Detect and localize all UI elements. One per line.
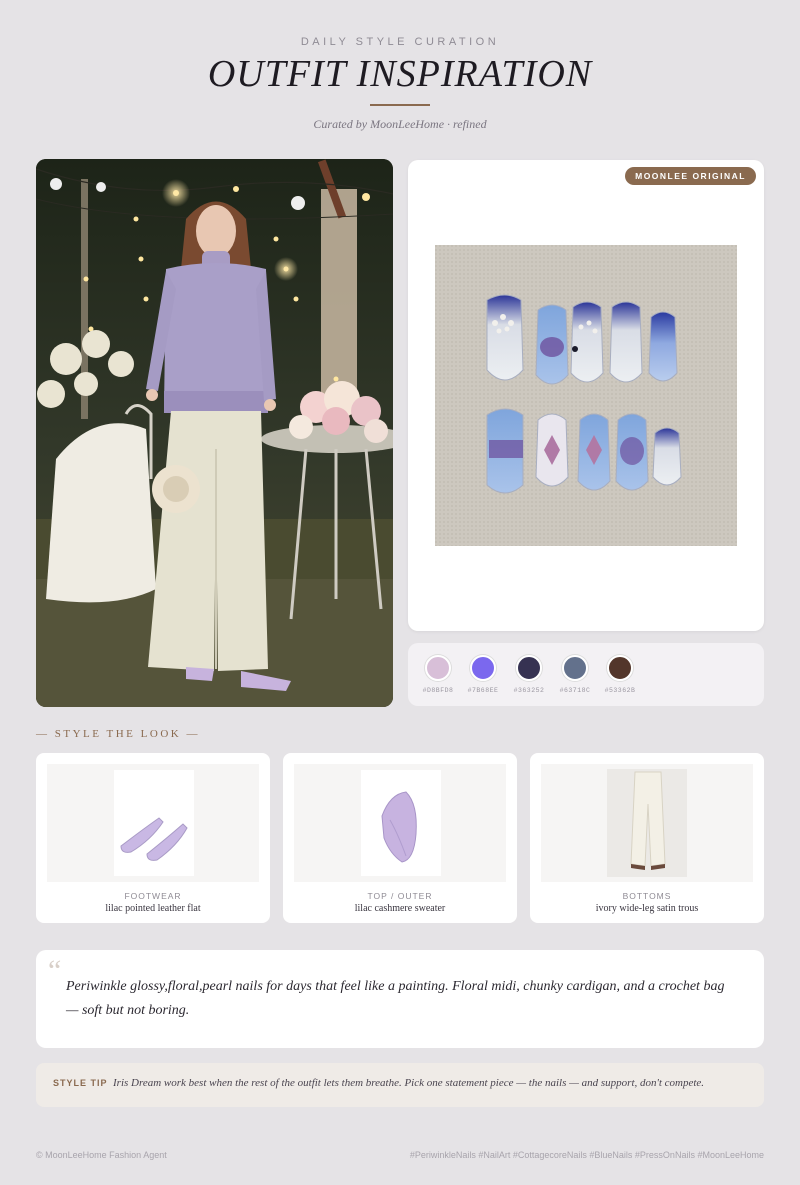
- item-image: [541, 764, 753, 882]
- swatch-hex: #63718C: [559, 687, 591, 694]
- swatch-color: [607, 655, 633, 681]
- trousers-icon: [607, 769, 687, 877]
- swatch-color: [425, 655, 451, 681]
- style-the-look-heading: — STYLE THE LOOK —: [36, 728, 200, 740]
- item-name: lilac pointed leather flat: [105, 903, 201, 914]
- swatch-5[interactable]: #53362B: [600, 655, 640, 694]
- outfit-photo-illustration: [36, 159, 393, 707]
- style-tip-card: STYLE TIP Iris Dream work best when the …: [36, 1063, 764, 1107]
- eyebrow-label: DAILY STYLE CURATION: [300, 36, 500, 48]
- style-tip-text: Iris Dream work best when the rest of th…: [113, 1077, 705, 1089]
- footer-copyright: © MoonLeeHome Fashion Agent: [36, 1150, 167, 1160]
- outfit-photo[interactable]: [36, 159, 393, 707]
- item-name: lilac cashmere sweater: [354, 903, 446, 914]
- swatch-hex: #363252: [513, 687, 545, 694]
- curated-by-text: Curated by MoonLeeHome · refined: [313, 117, 487, 131]
- press-on-nails-illustration: [435, 245, 737, 546]
- page-title: OUTFIT INSPIRATION: [207, 53, 593, 95]
- nail-product-card[interactable]: MOONLEE ORIGINAL: [408, 160, 764, 631]
- swatch-3[interactable]: #363252: [509, 655, 549, 694]
- quote-text: Periwinkle glossy,floral,pearl nails for…: [66, 979, 725, 1018]
- item-card-bottoms[interactable]: BOTTOMS ivory wide-leg satin trous: [530, 753, 764, 923]
- original-badge: MOONLEE ORIGINAL: [625, 167, 756, 185]
- item-name: ivory wide-leg satin trous: [595, 903, 699, 914]
- quote-mark-icon: “: [48, 954, 62, 987]
- swatch-4[interactable]: #63718C: [555, 655, 595, 694]
- style-tip-label: STYLE TIP: [53, 1078, 108, 1088]
- title-divider: [370, 104, 430, 106]
- shoe-icon: [114, 770, 194, 876]
- item-category: FOOTWEAR: [124, 891, 182, 901]
- color-palette: #D8BFD8 #7B68EE #363252 #63718C #53362B: [408, 643, 764, 706]
- item-card-footwear[interactable]: FOOTWEAR lilac pointed leather flat: [36, 753, 270, 923]
- footer-hashtags[interactable]: #PeriwinkleNails #NailArt #CottagecoreNa…: [410, 1150, 764, 1160]
- item-category: TOP / OUTER: [367, 891, 433, 901]
- item-card-top[interactable]: TOP / OUTER lilac cashmere sweater: [283, 753, 517, 923]
- swatch-color: [470, 655, 496, 681]
- swatch-1[interactable]: #D8BFD8: [418, 655, 458, 694]
- sweater-icon: [361, 770, 441, 876]
- nail-set-photo[interactable]: [435, 245, 737, 546]
- item-image: [294, 764, 506, 882]
- item-image: [47, 764, 259, 882]
- swatch-hex: #D8BFD8: [422, 687, 454, 694]
- swatch-color: [562, 655, 588, 681]
- quote-card: “ Periwinkle glossy,floral,pearl nails f…: [36, 950, 764, 1048]
- item-category: BOTTOMS: [622, 891, 672, 901]
- swatch-2[interactable]: #7B68EE: [463, 655, 503, 694]
- swatch-hex: #7B68EE: [467, 687, 499, 694]
- swatch-hex: #53362B: [604, 687, 636, 694]
- swatch-color: [516, 655, 542, 681]
